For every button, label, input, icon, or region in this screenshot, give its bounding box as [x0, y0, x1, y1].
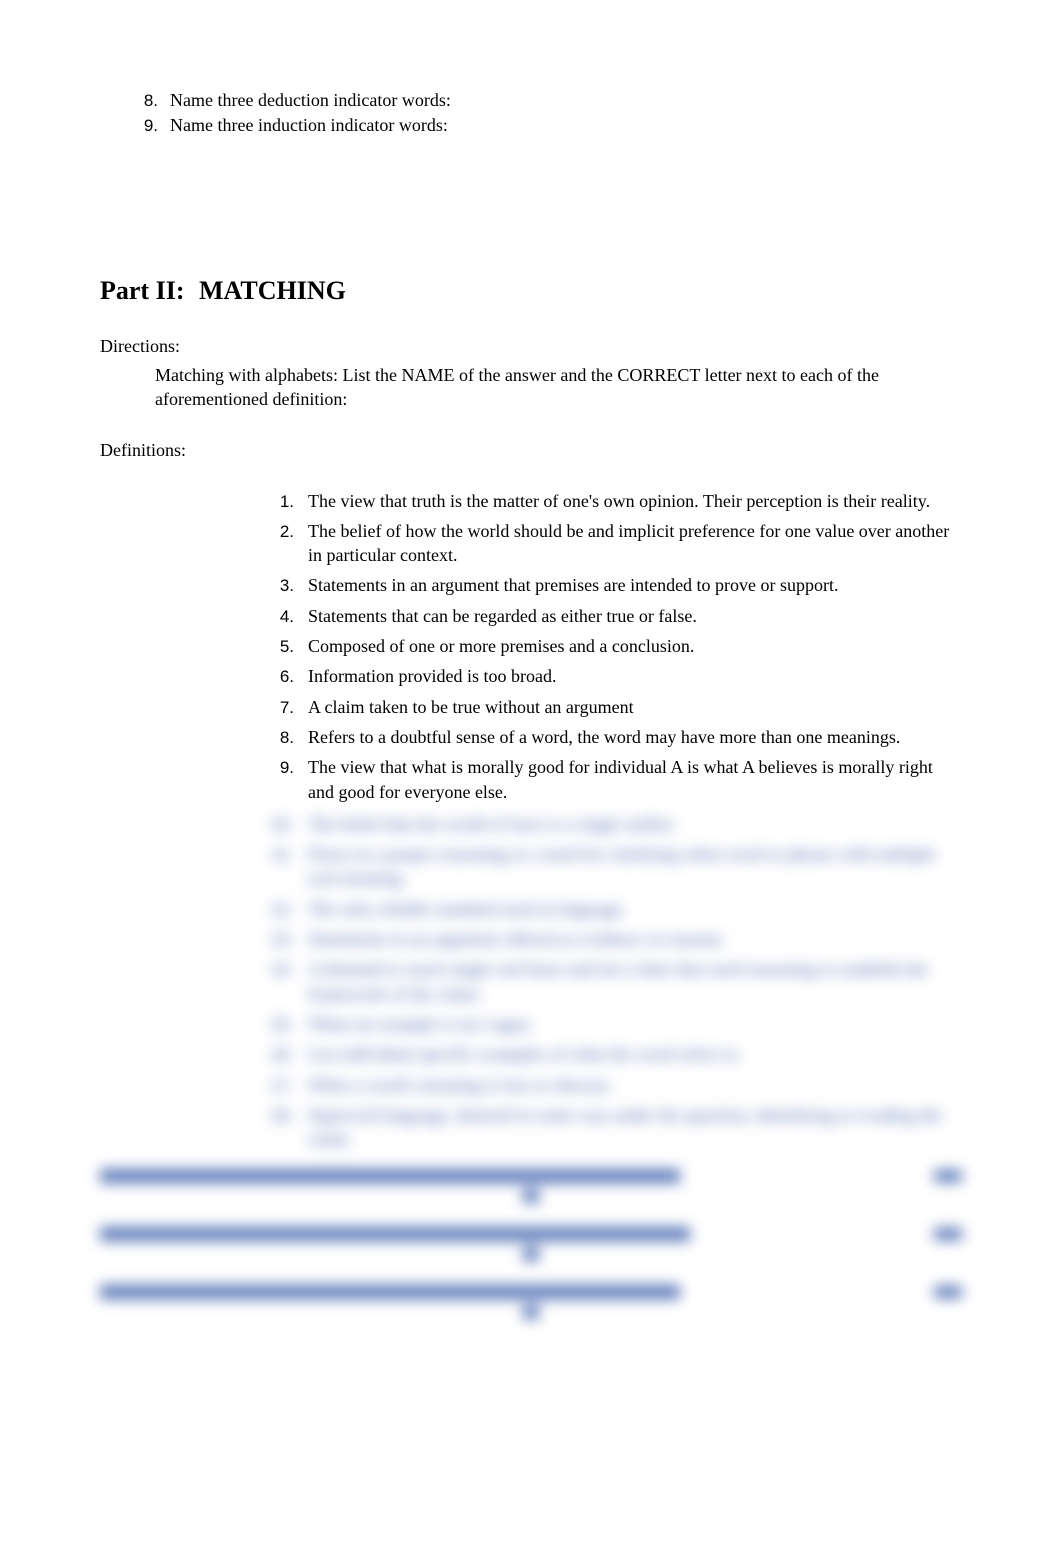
blurred-bar [100, 1169, 680, 1183]
directions-label: Directions: [100, 336, 962, 357]
list-item: 8. Refers to a doubtful sense of a word,… [270, 725, 962, 749]
item-text: Statements in an argument that premises … [308, 573, 839, 597]
list-item: 9. Name three induction indicator words: [130, 115, 962, 136]
item-number: 12. [270, 900, 294, 920]
item-number: 15. [270, 1015, 294, 1035]
item-text: The belief that the world of facts is a … [308, 812, 676, 836]
section-title: MATCHING [199, 276, 346, 305]
list-item: 18. Improved language, denoted in some w… [270, 1103, 962, 1152]
item-text: The view that what is morally good for i… [308, 755, 962, 804]
blurred-dot [523, 1189, 539, 1203]
blurred-footer [100, 1169, 962, 1319]
list-item: 17. When a word's meaning is lost or obs… [270, 1073, 962, 1097]
blurred-definitions: 10. The belief that the world of facts i… [270, 812, 962, 1152]
item-text: Statements in an argument offered as evi… [308, 927, 726, 951]
list-item: 9. The view that what is morally good fo… [270, 755, 962, 804]
item-text: Information provided is too broad. [308, 664, 556, 688]
list-item: 10. The belief that the world of facts i… [270, 812, 962, 836]
item-text: The belief of how the world should be an… [308, 519, 962, 568]
item-number: 9. [130, 116, 158, 136]
item-text: Name three induction indicator words: [170, 115, 448, 136]
section-label: Part II: [100, 276, 184, 305]
blurred-bar [934, 1170, 962, 1182]
directions-body: Matching with alphabets: List the NAME o… [155, 363, 952, 412]
item-number: 1. [270, 492, 294, 512]
blurred-line [100, 1169, 962, 1183]
blurred-bar [934, 1228, 962, 1240]
item-text: A claim taken to be true without an argu… [308, 695, 634, 719]
item-number: 3. [270, 576, 294, 596]
blurred-bar [100, 1227, 690, 1241]
blurred-bar [100, 1285, 680, 1299]
list-item: 3. Statements in an argument that premis… [270, 573, 962, 597]
item-number: 10. [270, 815, 294, 835]
item-number: 13. [270, 930, 294, 950]
blurred-dot [523, 1305, 539, 1319]
item-text: Refers to a doubtful sense of a word, th… [308, 725, 900, 749]
blurred-line [100, 1285, 962, 1299]
item-number: 11. [270, 845, 294, 865]
item-text: Flaws in a proper reasoning or a need fo… [308, 842, 962, 891]
item-number: 14. [270, 960, 294, 980]
item-number: 18. [270, 1106, 294, 1126]
item-text: When a word's meaning is lost or obscure… [308, 1073, 613, 1097]
list-item: 2. The belief of how the world should be… [270, 519, 962, 568]
item-text: List individual specific examples of wha… [308, 1042, 742, 1066]
list-item: 8. Name three deduction indicator words: [130, 90, 962, 111]
list-item: 13. Statements in an argument offered as… [270, 927, 962, 951]
definitions-list: 1. The view that truth is the matter of … [270, 489, 962, 804]
item-number: 7. [270, 698, 294, 718]
item-number: 17. [270, 1076, 294, 1096]
item-number: 9. [270, 758, 294, 778]
list-item: 14. A demand to reach single real basis … [270, 957, 962, 1006]
list-item: 15. When an example is too vague. [270, 1012, 962, 1036]
list-item: 12. The only reliable standard used in l… [270, 897, 962, 921]
item-number: 8. [270, 728, 294, 748]
item-number: 16. [270, 1045, 294, 1065]
item-text: The only reliable standard used in langu… [308, 897, 626, 921]
list-item: 4. Statements that can be regarded as ei… [270, 604, 962, 628]
list-item: 16. List individual specific examples of… [270, 1042, 962, 1066]
item-text: Statements that can be regarded as eithe… [308, 604, 697, 628]
list-item: 11. Flaws in a proper reasoning or a nee… [270, 842, 962, 891]
item-number: 2. [270, 522, 294, 542]
item-number: 4. [270, 607, 294, 627]
list-item: 7. A claim taken to be true without an a… [270, 695, 962, 719]
item-text: Improved language, denoted in some way u… [308, 1103, 962, 1152]
item-text: A demand to reach single real basis and … [308, 957, 962, 1006]
item-text: Composed of one or more premises and a c… [308, 634, 694, 658]
top-numbered-list: 8. Name three deduction indicator words:… [130, 90, 962, 136]
blurred-bar [934, 1286, 962, 1298]
blurred-line [100, 1227, 962, 1241]
section-heading: Part II: MATCHING [100, 276, 962, 306]
definitions-label: Definitions: [100, 440, 962, 461]
list-item: 6. Information provided is too broad. [270, 664, 962, 688]
item-number: 8. [130, 91, 158, 111]
blurred-dot [523, 1247, 539, 1261]
item-text: When an example is too vague. [308, 1012, 534, 1036]
item-text: Name three deduction indicator words: [170, 90, 451, 111]
item-text: The view that truth is the matter of one… [308, 489, 930, 513]
list-item: 1. The view that truth is the matter of … [270, 489, 962, 513]
list-item: 5. Composed of one or more premises and … [270, 634, 962, 658]
item-number: 5. [270, 637, 294, 657]
item-number: 6. [270, 667, 294, 687]
